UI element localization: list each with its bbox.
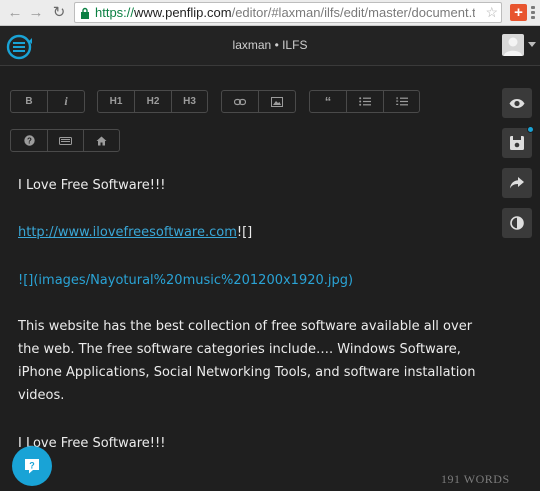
- bullet-list-button[interactable]: [347, 91, 384, 112]
- share-icon: [510, 177, 524, 189]
- address-bar[interactable]: https://www.penflip.com/editor/#laxman/i…: [74, 2, 502, 23]
- bookmark-star-icon[interactable]: ☆: [485, 4, 498, 21]
- preview-button[interactable]: [502, 88, 532, 118]
- forward-icon[interactable]: →: [27, 4, 45, 22]
- h2-button[interactable]: H2: [135, 91, 172, 112]
- image-markdown-line: ![](images/Nayotural%20music%201200x1920…: [18, 273, 354, 288]
- bold-button[interactable]: B: [11, 91, 48, 112]
- save-button[interactable]: [502, 126, 534, 158]
- word-count: 191 WORDS: [441, 472, 510, 486]
- lock-icon: [81, 7, 89, 19]
- insert-group: [221, 90, 296, 113]
- heading-group: H1 H2 H3: [97, 90, 208, 113]
- link-icon: [234, 98, 246, 105]
- question-icon: ?: [23, 135, 35, 146]
- extension-button[interactable]: +: [510, 4, 527, 21]
- numbered-list-button[interactable]: [384, 91, 419, 112]
- svg-text:?: ?: [27, 136, 32, 145]
- keyboard-icon: [59, 136, 72, 145]
- home-icon: [96, 136, 107, 145]
- share-button[interactable]: [502, 168, 532, 198]
- theme-toggle-button[interactable]: [502, 208, 532, 238]
- chevron-down-icon[interactable]: [528, 42, 536, 47]
- reload-icon[interactable]: ↻: [50, 4, 68, 22]
- text-line: http://www.ilovefreesoftware.com![]: [18, 225, 253, 240]
- back-icon[interactable]: ←: [6, 4, 24, 22]
- h1-button[interactable]: H1: [98, 91, 135, 112]
- link-button[interactable]: [222, 91, 259, 112]
- text-line: I Love Free Software!!!: [18, 178, 166, 193]
- app-header: laxman • ILFS: [0, 26, 540, 66]
- avatar[interactable]: [502, 34, 524, 56]
- chat-help-button[interactable]: ?: [12, 446, 52, 486]
- contrast-icon: [510, 216, 524, 230]
- link-text[interactable]: http://www.ilovefreesoftware.com: [18, 225, 237, 240]
- eye-icon: [509, 98, 525, 108]
- paragraph: This website has the best collection of …: [18, 319, 476, 403]
- image-button[interactable]: [259, 91, 295, 112]
- block-group: “: [309, 90, 420, 113]
- help-button[interactable]: ?: [11, 130, 48, 151]
- document-title: laxman • ILFS: [232, 38, 308, 52]
- numbered-list-icon: [395, 97, 408, 106]
- h3-button[interactable]: H3: [172, 91, 207, 112]
- format-group: B i: [10, 90, 85, 113]
- browser-menu-icon[interactable]: [531, 6, 535, 20]
- italic-button[interactable]: i: [48, 91, 84, 112]
- image-icon: [271, 96, 283, 107]
- save-icon: [510, 136, 524, 150]
- browser-toolbar: ← → ↻ https://www.penflip.com/editor/#la…: [0, 0, 540, 26]
- keyboard-button[interactable]: [48, 130, 84, 151]
- misc-group: ?: [10, 129, 120, 152]
- unsaved-dot: [527, 126, 534, 133]
- user-icon: [504, 37, 522, 56]
- chat-question-icon: ?: [25, 459, 39, 474]
- svg-text:?: ?: [29, 460, 35, 470]
- bullet-list-icon: [359, 97, 371, 106]
- quote-button[interactable]: “: [310, 91, 347, 112]
- home-button[interactable]: [84, 130, 119, 151]
- url-text: https://www.penflip.com/editor/#laxman/i…: [95, 5, 475, 20]
